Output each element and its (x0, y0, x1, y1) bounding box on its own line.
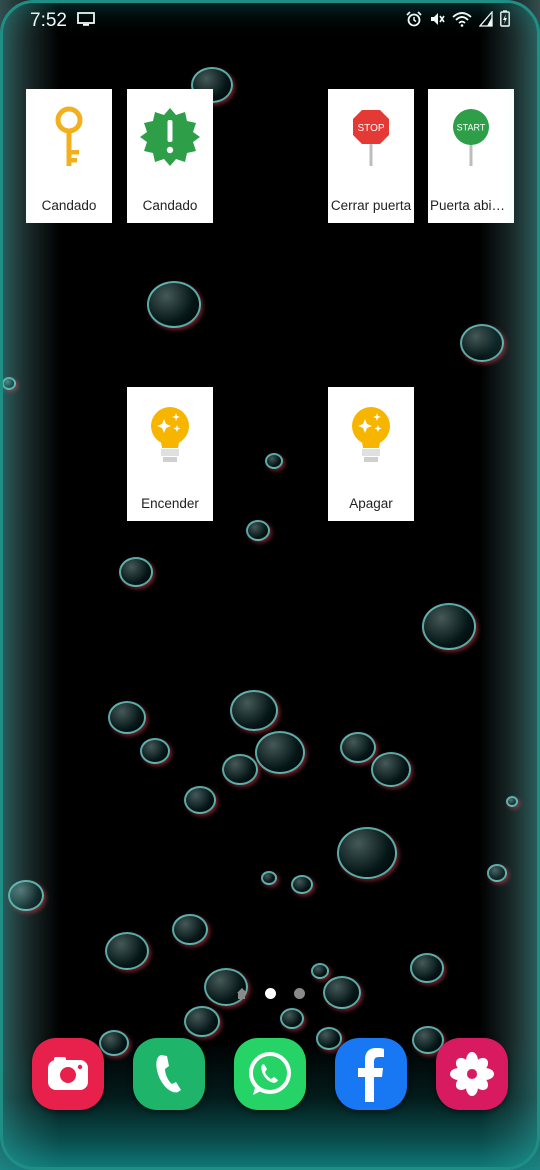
page-dot-1[interactable] (264, 988, 276, 999)
water-bubble (410, 953, 444, 983)
phone-app-icon[interactable] (133, 1038, 205, 1110)
water-bubble (8, 880, 44, 912)
widget-puerta-abierta[interactable]: START Puerta abier… (428, 89, 514, 223)
facebook-app-icon[interactable] (335, 1038, 407, 1110)
widget-label: Candado (142, 198, 198, 213)
water-bubble (337, 827, 397, 879)
water-bubble (265, 453, 283, 469)
water-bubble (230, 690, 278, 732)
battery-charging-icon (500, 10, 510, 32)
water-bubble (261, 871, 277, 886)
status-time: 7:52 (30, 10, 67, 31)
widget-label: Puerta abier… (430, 198, 512, 213)
water-bubble (460, 324, 504, 362)
water-bubble (119, 557, 153, 587)
stop-sign-text: STOP (357, 123, 384, 134)
water-bubble (2, 377, 16, 390)
gallery-app-icon[interactable] (436, 1038, 508, 1110)
camera-app-icon[interactable] (32, 1038, 104, 1110)
water-bubble (487, 864, 507, 882)
water-bubble (172, 914, 208, 946)
water-bubble (311, 963, 329, 979)
widget-encender[interactable]: Encender (127, 387, 213, 521)
water-bubble (184, 1006, 220, 1038)
start-sign-icon: START (428, 105, 514, 169)
water-bubble (280, 1008, 304, 1029)
widget-label: Encender (141, 496, 199, 511)
key-icon (26, 105, 112, 169)
water-bubble (506, 796, 518, 807)
widget-candado-alert[interactable]: Candado (127, 89, 213, 223)
whatsapp-app-icon[interactable] (234, 1038, 306, 1110)
water-bubble (108, 701, 146, 734)
widget-label: Cerrar puerta (330, 198, 412, 213)
water-bubble (147, 281, 201, 328)
mute-icon (429, 11, 445, 32)
widget-apagar[interactable]: Apagar (328, 387, 414, 521)
lightbulb-icon (328, 403, 414, 467)
water-bubble (222, 754, 258, 786)
app-dock (32, 1038, 508, 1110)
widget-candado-key[interactable]: Candado (26, 89, 112, 223)
water-bubble (184, 786, 216, 814)
page-dot-2[interactable] (293, 988, 305, 999)
widget-cerrar-puerta[interactable]: STOP Cerrar puerta (328, 89, 414, 223)
screen-cast-icon (77, 11, 95, 31)
widget-label: Apagar (349, 496, 393, 511)
water-bubble (255, 731, 305, 775)
signal-icon (478, 9, 493, 32)
alert-badge-icon (127, 105, 213, 169)
page-indicator (0, 988, 540, 999)
water-bubble (371, 752, 411, 787)
alarm-icon (406, 10, 422, 32)
water-bubble (140, 738, 170, 765)
home-page-dot[interactable] (236, 988, 247, 999)
widget-label: Candado (41, 198, 97, 213)
water-bubble (291, 875, 313, 895)
stop-sign-icon: STOP (328, 105, 414, 169)
water-bubble (204, 968, 248, 1006)
start-sign-text: START (457, 123, 486, 133)
water-bubble (422, 603, 476, 650)
water-bubble (105, 932, 149, 970)
lightbulb-icon (127, 403, 213, 467)
water-bubble (340, 732, 376, 764)
water-bubble (246, 520, 270, 541)
wifi-icon (452, 11, 472, 32)
status-bar: 7:52 (30, 8, 510, 34)
